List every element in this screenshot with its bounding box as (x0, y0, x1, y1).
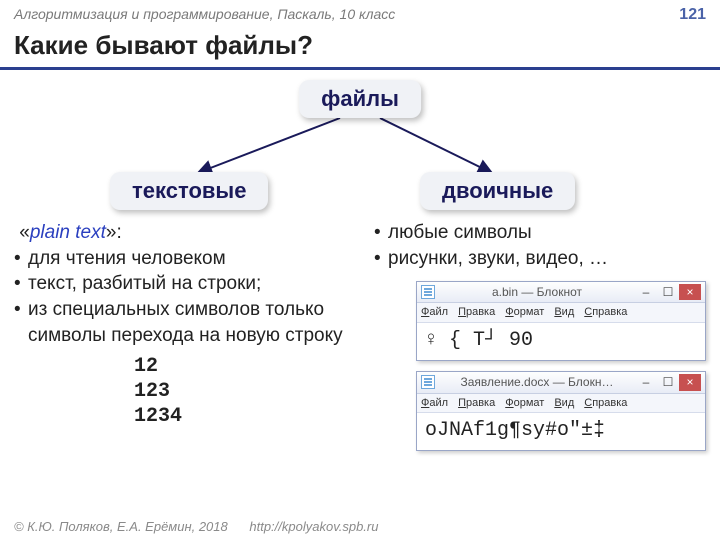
notepad-window-bin: a.bin — Блокнот –☐× Файл Правка Формат В… (416, 281, 706, 361)
close-button[interactable]: × (679, 374, 701, 390)
page-number: 121 (679, 6, 706, 24)
plain-text-lead: «plain text»: (14, 220, 364, 246)
window-body: ♀ { T┘ 90 (417, 323, 705, 360)
window-titlebar: Заявление.docx — Блокн… –☐× (417, 372, 705, 393)
close-button[interactable]: × (679, 284, 701, 300)
notepad-window-docx: Заявление.docx — Блокн… –☐× Файл Правка … (416, 371, 706, 451)
window-menu: Файл Правка Формат Вид Справка (417, 303, 705, 323)
node-binary-files: двоичные (420, 172, 575, 210)
content-columns: «plain text»: для чтения человеком текст… (0, 220, 720, 451)
window-body: oJNAf1g¶sy#o"±‡ (417, 413, 705, 450)
document-icon (421, 375, 435, 389)
menu-item[interactable]: Вид (554, 396, 574, 411)
node-text-files: текстовые (110, 172, 268, 210)
plain-text-term: plain text (30, 222, 106, 243)
window-title: Заявление.docx — Блокн… (439, 374, 635, 390)
binary-files-column: любые символы рисунки, звуки, видео, … a… (374, 220, 706, 451)
menu-item[interactable]: Справка (584, 305, 627, 320)
menu-item[interactable]: Правка (458, 305, 495, 320)
list-item: для чтения человеком (18, 246, 364, 272)
list-item: любые символы (378, 220, 706, 246)
menu-item[interactable]: Вид (554, 305, 574, 320)
menu-item[interactable]: Формат (505, 396, 544, 411)
window-title: a.bin — Блокнот (439, 284, 635, 300)
window-menu: Файл Правка Формат Вид Справка (417, 394, 705, 414)
text-sample: 12 123 1234 (134, 354, 364, 429)
window-sys-buttons: –☐× (635, 284, 701, 300)
menu-item[interactable]: Формат (505, 305, 544, 320)
sample-line: 1234 (134, 404, 364, 429)
course-title: Алгоритмизация и программирование, Паска… (14, 6, 395, 24)
document-icon (421, 285, 435, 299)
copyright: © К.Ю. Поляков, Е.А. Ерёмин, 2018 (14, 519, 228, 534)
list-item: рисунки, звуки, видео, … (378, 246, 706, 272)
menu-item[interactable]: Правка (458, 396, 495, 411)
slide-header: Алгоритмизация и программирование, Паска… (0, 0, 720, 26)
list-item: из специальных символов только символы п… (18, 297, 364, 348)
menu-item[interactable]: Файл (421, 305, 448, 320)
maximize-button[interactable]: ☐ (657, 284, 679, 300)
sample-line: 12 (134, 354, 364, 379)
minimize-button[interactable]: – (635, 284, 657, 300)
node-root: файлы (299, 80, 421, 118)
window-sys-buttons: –☐× (635, 374, 701, 390)
slide-footer: © К.Ю. Поляков, Е.А. Ерёмин, 2018 http:/… (0, 519, 720, 534)
minimize-button[interactable]: – (635, 374, 657, 390)
window-titlebar: a.bin — Блокнот –☐× (417, 282, 705, 303)
text-files-list: для чтения человеком текст, разбитый на … (14, 246, 364, 349)
binary-files-list: любые символы рисунки, звуки, видео, … (374, 220, 706, 271)
page-title: Какие бывают файлы? (0, 26, 720, 70)
sample-line: 123 (134, 379, 364, 404)
maximize-button[interactable]: ☐ (657, 374, 679, 390)
footer-url: http://kpolyakov.spb.ru (249, 519, 378, 534)
file-tree-diagram: файлы текстовые двоичные (0, 80, 720, 220)
menu-item[interactable]: Справка (584, 396, 627, 411)
menu-item[interactable]: Файл (421, 396, 448, 411)
list-item: текст, разбитый на строки; (18, 271, 364, 297)
text-files-column: «plain text»: для чтения человеком текст… (14, 220, 364, 451)
